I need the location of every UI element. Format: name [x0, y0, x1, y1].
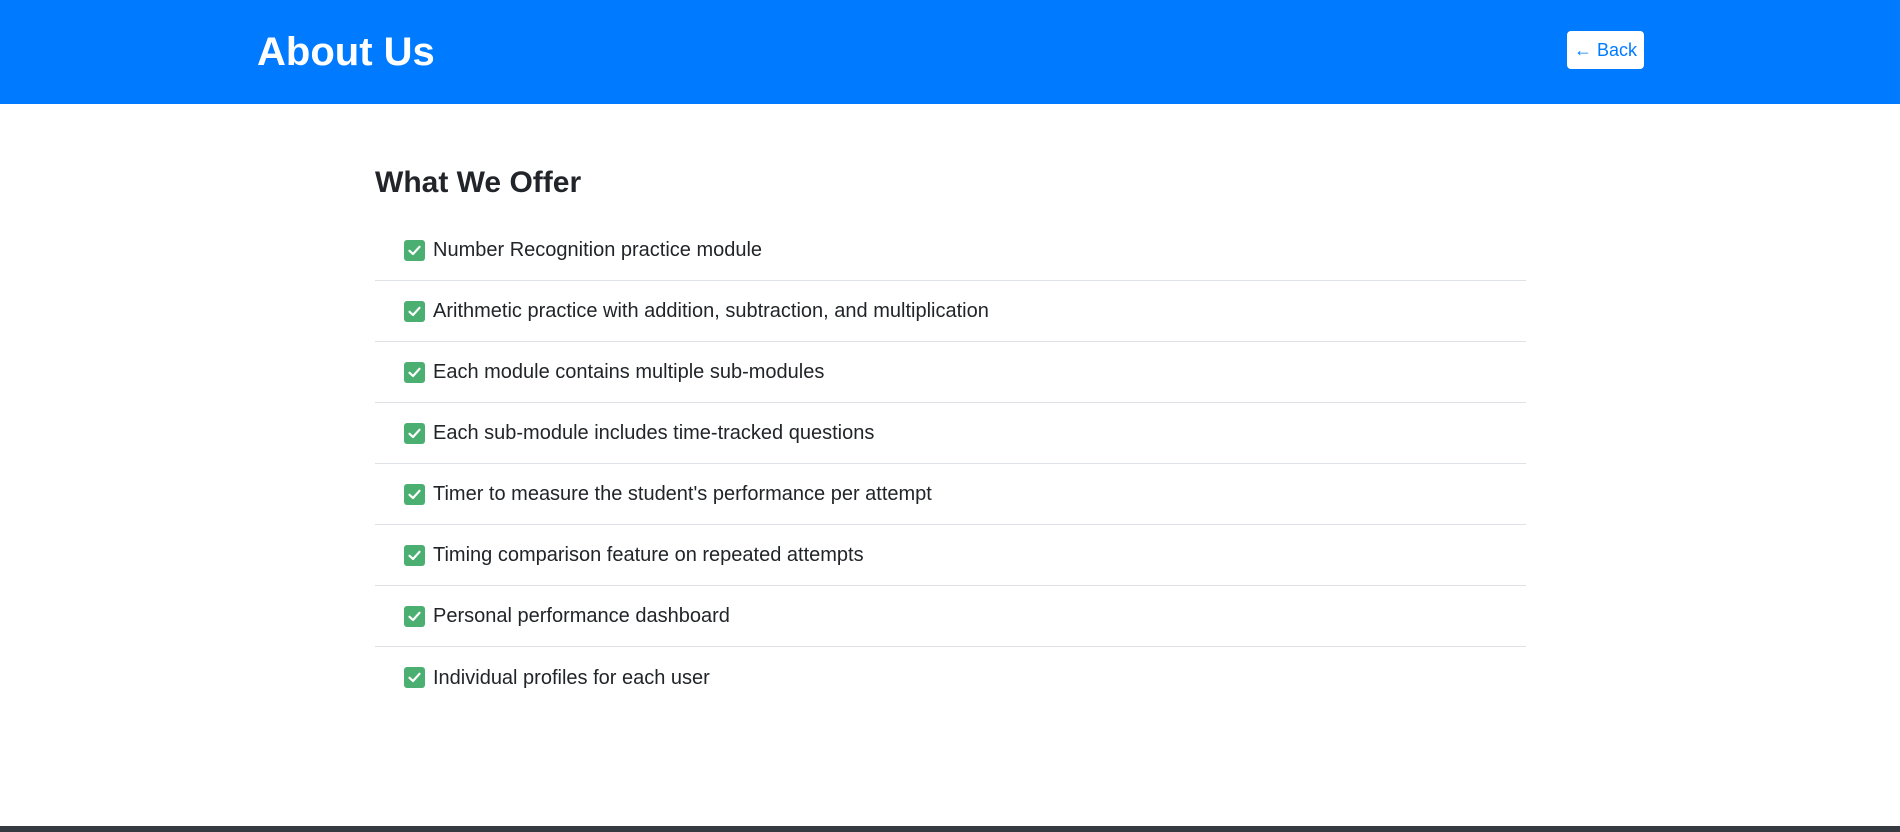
- feature-label: Each sub-module includes time-tracked qu…: [433, 422, 875, 444]
- check-mark-icon: [404, 605, 425, 627]
- check-mark-icon: [404, 667, 425, 688]
- feature-label: Number Recognition practice module: [433, 239, 763, 261]
- check-mark-icon: [404, 361, 425, 383]
- list-item: Timing comparison feature on repeated at…: [375, 525, 1526, 586]
- feature-list: Number Recognition practice module Arith…: [375, 220, 1526, 708]
- check-mark-icon: [404, 300, 425, 322]
- feature-label: Personal performance dashboard: [433, 605, 730, 627]
- back-button[interactable]: ← Back: [1567, 31, 1644, 69]
- list-item: Timer to measure the student's performan…: [375, 464, 1526, 525]
- check-mark-icon: [404, 422, 425, 444]
- list-item: Each module contains multiple sub-module…: [375, 342, 1526, 403]
- list-item: Personal performance dashboard: [375, 586, 1526, 647]
- list-item: Individual profiles for each user: [375, 647, 1526, 708]
- list-item: Arithmetic practice with addition, subtr…: [375, 281, 1526, 342]
- list-item: Each sub-module includes time-tracked qu…: [375, 403, 1526, 464]
- feature-label: Individual profiles for each user: [433, 666, 710, 689]
- feature-label: Arithmetic practice with addition, subtr…: [433, 300, 989, 322]
- feature-label: Timer to measure the student's performan…: [433, 483, 932, 505]
- check-mark-icon: [404, 239, 425, 261]
- page-title: About Us: [257, 30, 435, 74]
- feature-label: Each module contains multiple sub-module…: [433, 361, 825, 383]
- page-header: About Us ← Back: [0, 0, 1900, 104]
- check-mark-icon: [404, 483, 425, 505]
- section-title: What We Offer: [375, 166, 582, 199]
- list-item: Number Recognition practice module: [375, 220, 1526, 281]
- check-mark-icon: [404, 544, 425, 566]
- footer-bar: [0, 826, 1900, 832]
- feature-label: Timing comparison feature on repeated at…: [433, 544, 864, 566]
